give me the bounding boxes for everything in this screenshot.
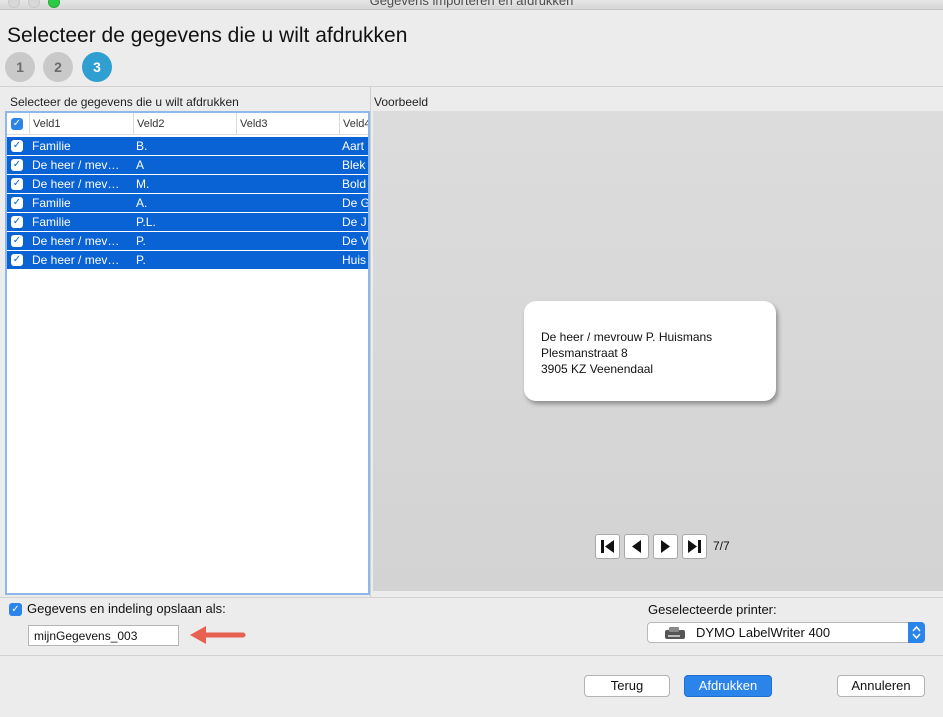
- table-cell: De G: [342, 196, 368, 210]
- table-cell: Huis: [342, 253, 367, 267]
- table-cell: [236, 156, 339, 174]
- previous-record-button[interactable]: [624, 534, 649, 559]
- play-right-icon: [661, 540, 670, 553]
- row-checkbox[interactable]: ✓: [11, 254, 23, 266]
- last-record-button[interactable]: [682, 534, 707, 559]
- table-row[interactable]: ✓ Familie A. De G: [7, 194, 368, 212]
- table-row[interactable]: ✓ Familie B. Aart: [7, 137, 368, 155]
- row-checkbox[interactable]: ✓: [11, 178, 23, 190]
- row-checkbox[interactable]: ✓: [11, 140, 23, 152]
- data-panel-label: Selecteer de gegevens die u wilt afdrukk…: [10, 95, 239, 109]
- table-cell: [236, 175, 339, 193]
- table-cell: De heer / mev…: [32, 253, 120, 267]
- row-checkbox[interactable]: ✓: [11, 216, 23, 228]
- column-header[interactable]: Veld3: [236, 113, 339, 135]
- table-cell: P.: [136, 253, 146, 267]
- title-bar: Gegevens importeren en afdrukken: [0, 0, 943, 10]
- row-checkbox[interactable]: ✓: [11, 159, 23, 171]
- next-record-button[interactable]: [653, 534, 678, 559]
- panel-divider: [370, 87, 371, 597]
- select-arrows[interactable]: [908, 622, 925, 643]
- header-divider: [0, 86, 943, 87]
- table-cell: [236, 213, 339, 231]
- step-2-indicator: 2: [43, 52, 73, 82]
- footer-divider: [0, 597, 943, 598]
- chevron-updown-icon: [912, 625, 921, 640]
- table-cell: Blek: [342, 158, 366, 172]
- save-data-label: Gegevens en indeling opslaan als:: [27, 601, 226, 616]
- column-header[interactable]: Veld1: [29, 113, 133, 135]
- table-row[interactable]: ✓ De heer / mev… M. Bold: [7, 175, 368, 193]
- back-button[interactable]: Terug: [584, 675, 670, 697]
- filename-input[interactable]: [28, 625, 179, 646]
- table-cell: Bold: [342, 177, 367, 191]
- window-title: Gegevens importeren en afdrukken: [369, 0, 574, 8]
- table-cell: B.: [136, 139, 148, 153]
- table-row[interactable]: ✓ De heer / mev… P. De V: [7, 232, 368, 250]
- button-bar-divider: [0, 655, 943, 656]
- table-cell: De heer / mev…: [32, 177, 120, 191]
- table-cell: Familie: [32, 139, 71, 153]
- table-cell: De J: [342, 215, 367, 229]
- table-cell: P.L.: [136, 215, 156, 229]
- step-1-indicator: 1: [5, 52, 35, 82]
- step-3-indicator: 3: [82, 52, 112, 82]
- table-cell: A: [136, 158, 145, 172]
- table-cell: De heer / mev…: [32, 234, 120, 248]
- table-header: ✓ Veld1 Veld2 Veld3 Veld4: [7, 113, 368, 135]
- preview-panel-label: Voorbeeld: [374, 95, 429, 109]
- table-cell: Aart: [342, 139, 365, 153]
- printer-icon: [665, 627, 685, 639]
- row-checkbox[interactable]: ✓: [11, 197, 23, 209]
- table-row[interactable]: ✓ De heer / mev… P. Huis: [7, 251, 368, 269]
- table-cell: [236, 232, 339, 250]
- row-checkbox[interactable]: ✓: [11, 235, 23, 247]
- record-counter: 7/7: [713, 539, 730, 553]
- selected-printer: DYMO LabelWriter 400: [696, 625, 831, 640]
- table-row[interactable]: ✓ De heer / mev… A Blek: [7, 156, 368, 174]
- column-header[interactable]: Veld2: [133, 113, 236, 135]
- table-cell: A.: [136, 196, 148, 210]
- address-line: 3905 KZ Veenendaal: [541, 362, 654, 376]
- skip-last-icon: [688, 540, 701, 553]
- table-cell: P.: [136, 234, 146, 248]
- table-cell: [236, 251, 339, 269]
- skip-first-icon: [601, 540, 614, 553]
- printer-label: Geselecteerde printer:: [648, 602, 777, 617]
- address-line: Plesmanstraat 8: [541, 346, 628, 360]
- first-record-button[interactable]: [595, 534, 620, 559]
- column-header[interactable]: Veld4: [339, 113, 368, 135]
- table-cell: [236, 137, 339, 155]
- table-row[interactable]: ✓ Familie P.L. De J: [7, 213, 368, 231]
- printer-select[interactable]: DYMO LabelWriter 400: [647, 622, 925, 643]
- play-left-icon: [632, 540, 641, 553]
- print-button[interactable]: Afdrukken: [684, 675, 772, 697]
- select-all-checkbox[interactable]: ✓: [11, 118, 23, 130]
- address-line: De heer / mevrouw P. Huismans: [541, 330, 713, 344]
- table-cell: [236, 194, 339, 212]
- table-cell: Familie: [32, 196, 71, 210]
- save-data-checkbox[interactable]: ✓: [9, 603, 22, 616]
- page-title: Selecteer de gegevens die u wilt afdrukk…: [7, 24, 408, 47]
- data-table[interactable]: ✓ Veld1 Veld2 Veld3 Veld4 ✓ Familie B. Aart…: [5, 111, 370, 595]
- cancel-button[interactable]: Annuleren: [837, 675, 925, 697]
- table-cell: De V: [342, 234, 368, 248]
- preview-area: De heer / mevrouw P. Huismans Plesmanstr…: [373, 111, 943, 591]
- table-cell: M.: [136, 177, 150, 191]
- table-cell: De heer / mev…: [32, 158, 120, 172]
- table-cell: Familie: [32, 215, 71, 229]
- label-preview: De heer / mevrouw P. Huismans Plesmanstr…: [524, 301, 776, 401]
- arrow-left-icon: [190, 626, 246, 644]
